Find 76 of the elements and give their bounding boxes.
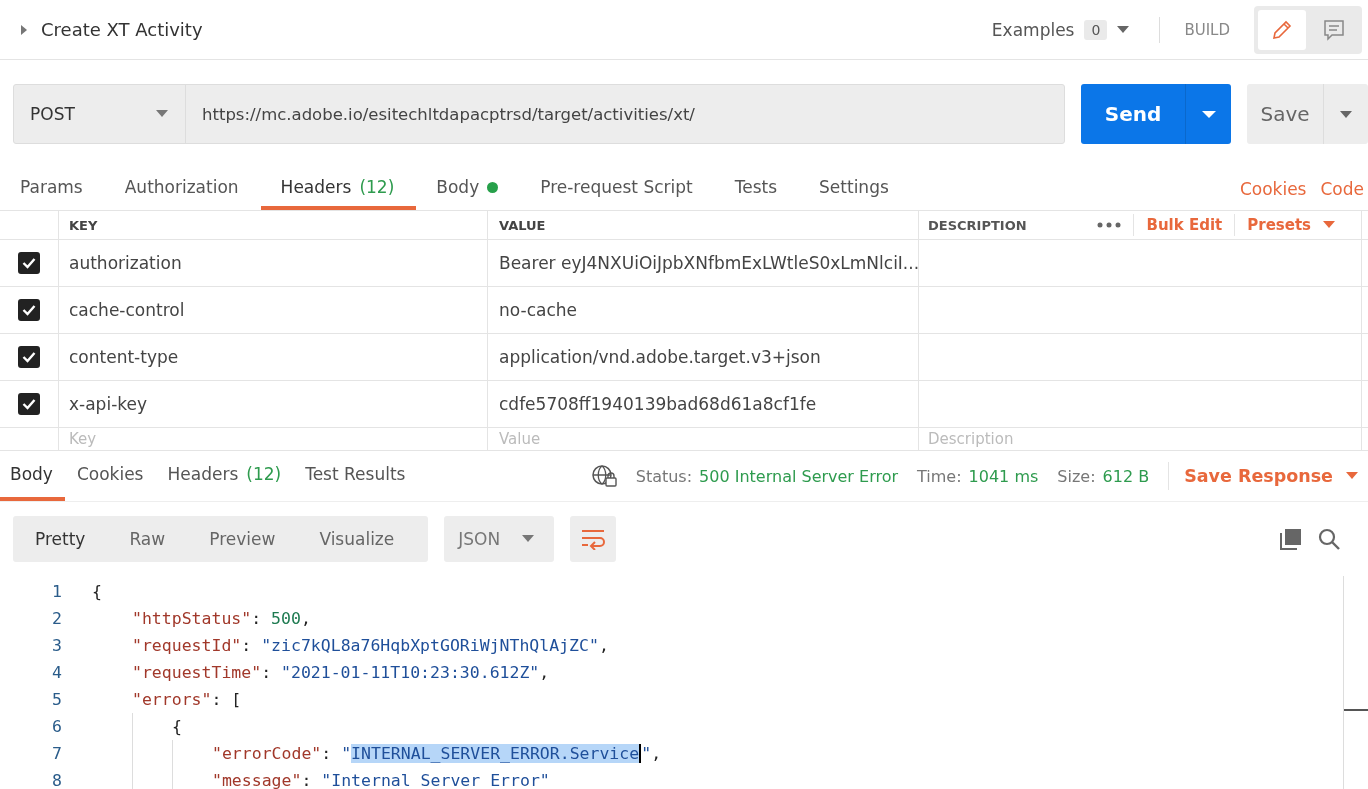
line-number: 3 bbox=[51, 636, 63, 655]
checkbox[interactable] bbox=[18, 346, 40, 368]
column-header: VALUE bbox=[499, 217, 546, 233]
send-options-button[interactable] bbox=[1185, 84, 1231, 144]
copy-icon[interactable] bbox=[1280, 528, 1302, 550]
table-cell: application/vnd.adobe.target.v3+json bbox=[499, 347, 821, 367]
time-value: 1041 ms bbox=[968, 466, 1039, 486]
code-line: "errors": [ bbox=[132, 690, 242, 709]
save-button[interactable]: Save bbox=[1247, 84, 1323, 144]
response-tab[interactable]: Test Results bbox=[295, 451, 418, 501]
pencil-icon[interactable] bbox=[1258, 9, 1306, 50]
checkbox[interactable] bbox=[18, 393, 40, 415]
caret-icon[interactable] bbox=[1323, 221, 1335, 229]
caret-icon bbox=[1340, 110, 1352, 119]
checkbox[interactable] bbox=[18, 299, 40, 321]
more-icon[interactable] bbox=[1097, 222, 1122, 228]
checkmark-icon bbox=[22, 351, 36, 363]
code-line: "requestId": "zic7kQL8a76HqbXptGORiWjNThQlAjZC", bbox=[132, 636, 609, 655]
format-dropdown[interactable]: JSON bbox=[444, 516, 555, 562]
code-line: { bbox=[172, 717, 182, 736]
column-header: KEY bbox=[69, 217, 98, 233]
checkmark-icon bbox=[22, 304, 36, 316]
line-number: 8 bbox=[51, 771, 63, 789]
size-value: 612 B bbox=[1102, 466, 1150, 486]
code-line: { bbox=[92, 582, 102, 601]
code-line: "requestTime": "2021-01-11T10:23:30.612Z", bbox=[132, 663, 550, 682]
wrap-lines-icon[interactable] bbox=[570, 516, 617, 562]
request-title: Create XT Activity bbox=[41, 19, 203, 40]
caret-icon[interactable] bbox=[1346, 472, 1358, 480]
view-mode-tab[interactable]: Pretty bbox=[25, 516, 108, 562]
response-tab[interactable]: Headers (12) bbox=[157, 451, 294, 501]
time-label: Time: bbox=[917, 466, 962, 486]
size-label: Size: bbox=[1057, 466, 1096, 486]
request-tab[interactable]: Params bbox=[0, 168, 105, 210]
status-value: 500 Internal Server Error bbox=[699, 466, 899, 486]
checkmark-icon bbox=[22, 398, 36, 410]
send-button[interactable]: Send bbox=[1081, 84, 1185, 144]
response-tab[interactable]: Cookies bbox=[66, 451, 156, 501]
request-tab[interactable]: Pre-request Script bbox=[520, 168, 715, 210]
line-number: 6 bbox=[51, 717, 63, 736]
line-number: 7 bbox=[51, 744, 63, 763]
examples-count: 0 bbox=[1084, 19, 1108, 40]
checkmark-icon bbox=[22, 257, 36, 269]
request-tab[interactable]: Body bbox=[416, 168, 521, 210]
column-header: DESCRIPTION bbox=[928, 217, 1027, 233]
request-tab[interactable]: Settings bbox=[799, 168, 911, 210]
request-tab[interactable]: Authorization bbox=[104, 168, 261, 210]
table-cell: Bearer eyJ4NXUiOiJpbXNfbmExLWtleS0xLmNlciI... bbox=[499, 253, 920, 273]
table-cell: no-cache bbox=[499, 300, 577, 320]
code-line: "httpStatus": 500, bbox=[132, 609, 311, 628]
code-line: "message": "Internal Server Error" bbox=[212, 771, 550, 789]
line-number: 5 bbox=[51, 690, 63, 709]
caret-icon[interactable] bbox=[1117, 25, 1130, 34]
view-mode-tab[interactable]: Visualize bbox=[297, 516, 417, 562]
line-number: 1 bbox=[51, 582, 63, 601]
build-label[interactable]: BUILD bbox=[1184, 20, 1230, 39]
checkbox[interactable] bbox=[18, 252, 40, 274]
expand-arrow-icon[interactable] bbox=[20, 23, 28, 36]
request-tab[interactable]: Tests bbox=[714, 168, 800, 210]
line-number: 4 bbox=[51, 663, 63, 682]
caret-icon bbox=[522, 535, 535, 543]
examples-label[interactable]: Examples bbox=[991, 19, 1075, 40]
table-cell: authorization bbox=[69, 253, 182, 273]
request-tab[interactable]: Headers (12) bbox=[260, 168, 417, 210]
view-mode-tab[interactable]: Raw bbox=[107, 516, 188, 562]
status-label: Status: bbox=[635, 466, 693, 486]
globe-lock-icon[interactable] bbox=[590, 464, 617, 488]
response-tab[interactable]: Body bbox=[0, 451, 65, 501]
line-number: 2 bbox=[51, 609, 63, 628]
search-icon[interactable] bbox=[1318, 528, 1340, 550]
view-mode-tab[interactable]: Preview bbox=[187, 516, 298, 562]
table-cell: cdfe5708ff1940139bad68d61a8cf1fe bbox=[499, 394, 817, 414]
table-cell: content-type bbox=[69, 347, 179, 367]
caret-icon bbox=[1201, 110, 1216, 119]
table-cell: x-api-key bbox=[69, 394, 148, 414]
table-cell: cache-control bbox=[69, 300, 185, 320]
